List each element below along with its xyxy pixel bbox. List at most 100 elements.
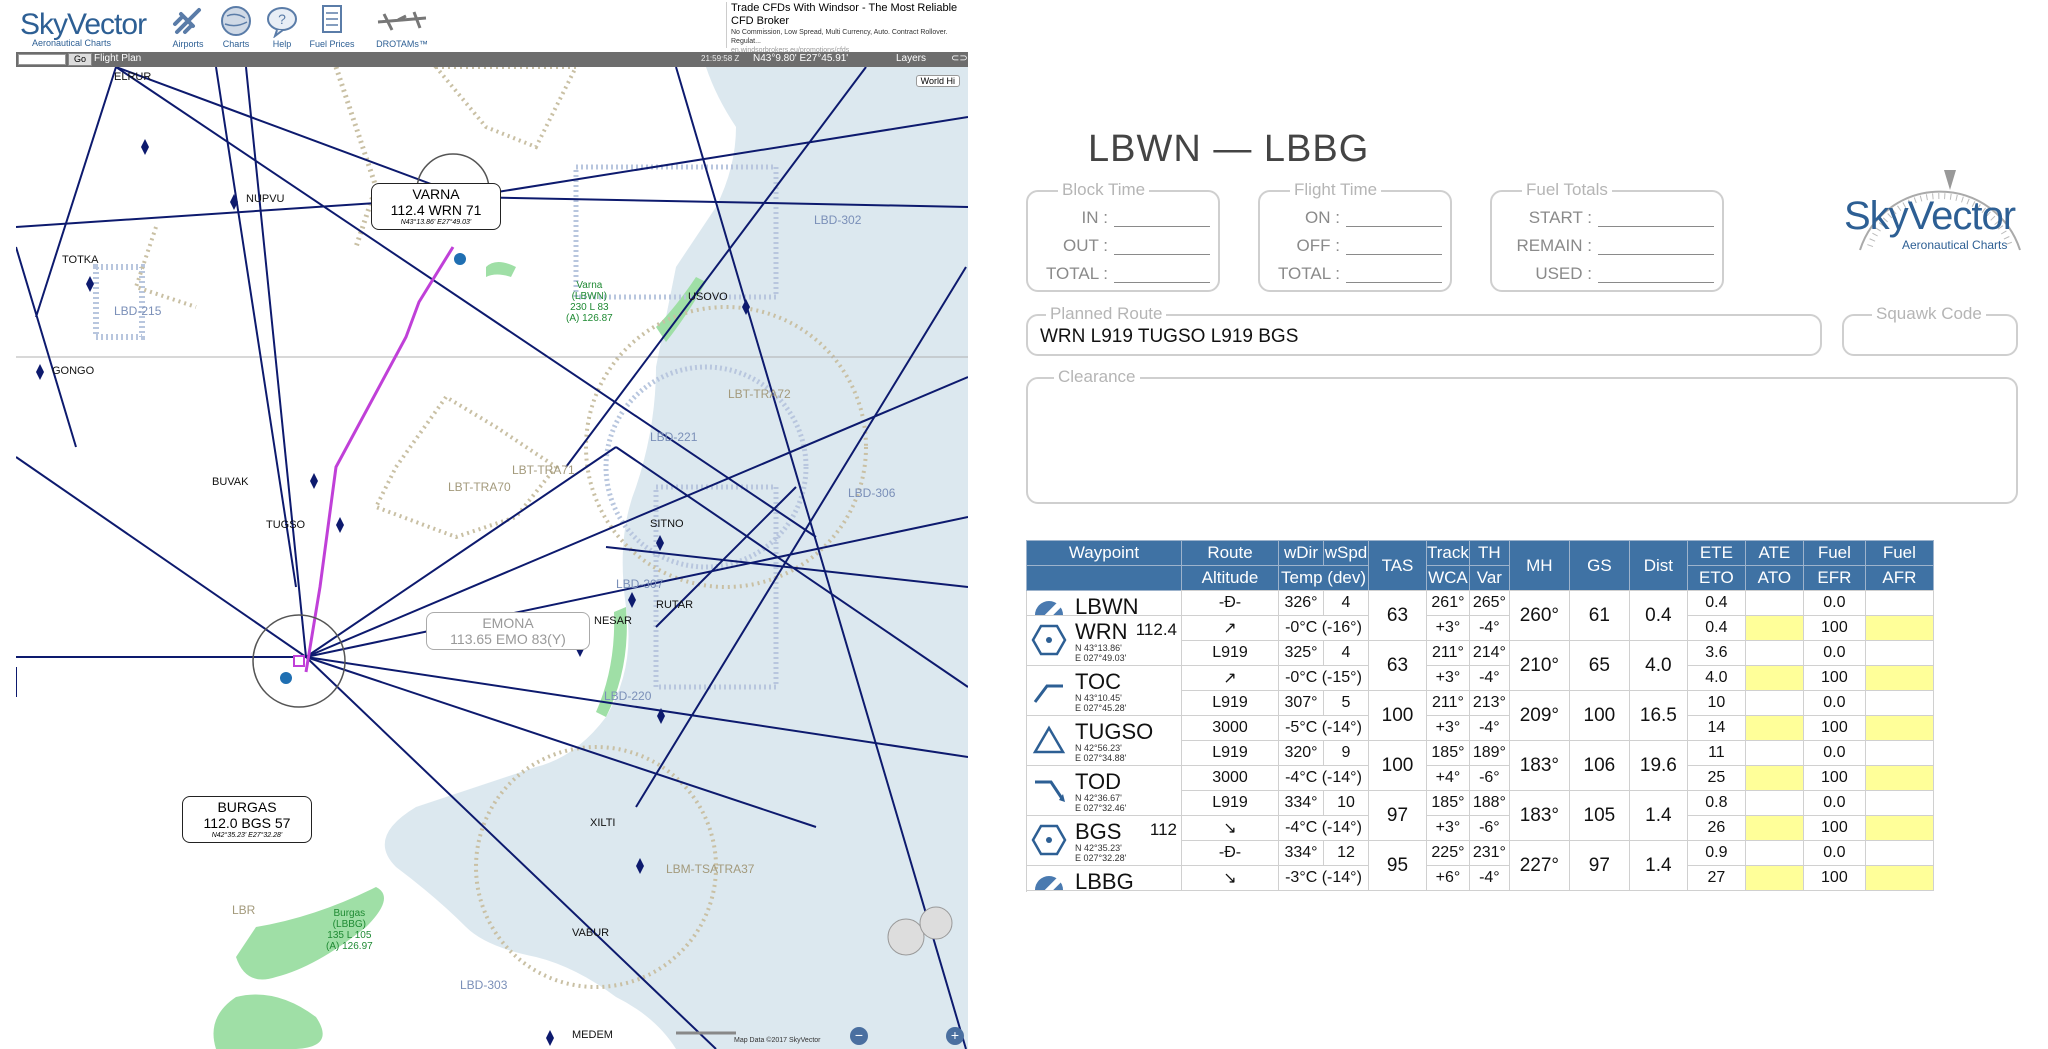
waypoint-xilti[interactable]: XILTI — [590, 817, 615, 829]
leg-fuel-actual[interactable] — [1864, 590, 1934, 616]
vor-burgas-coordinates: N42°35.23' E27°32.28' — [211, 832, 283, 839]
waypoint-rutar[interactable]: RUTAR — [656, 599, 693, 611]
leg-afr[interactable] — [1864, 865, 1934, 891]
block-time-box: Block Time IN : OUT : TOTAL : — [1026, 180, 1220, 292]
leg-fuel-actual[interactable] — [1864, 840, 1934, 866]
col-ato: ATO — [1744, 565, 1804, 591]
go-button[interactable]: Go — [68, 53, 92, 66]
airport-burgas-label[interactable]: Burgas (LBBG) 135 L 105 (A) 126.97 — [326, 908, 373, 952]
airport-varna-label[interactable]: Varna (LBWN) 230 L 83 (A) 126.87 — [566, 280, 613, 324]
area-tra70: LBT-TRA70 — [448, 480, 511, 494]
flight-time-legend: Flight Time — [1290, 180, 1382, 200]
nav-drotams-button[interactable]: DROTAMs™ — [372, 4, 432, 50]
leg-ate[interactable] — [1744, 590, 1804, 616]
leg-ato[interactable] — [1744, 765, 1804, 791]
leg-ate[interactable] — [1744, 640, 1804, 666]
world-hi-chart-selector[interactable]: World Hi — [915, 75, 960, 87]
waypoint-tugso[interactable]: TUGSO — [266, 519, 305, 531]
flight-total-field[interactable] — [1346, 282, 1442, 283]
col-mh: MH — [1508, 540, 1570, 591]
waypoint-cell[interactable]: LBBGN 42°34.22'E 027°30.92' — [1026, 865, 1182, 891]
flight-on-field[interactable] — [1346, 226, 1442, 227]
vor-burgas-box[interactable]: BURGAS 112.0 BGS 57 N42°35.23' E27°32.28… — [182, 796, 312, 843]
waypoint-vabur[interactable]: VABUR — [572, 927, 609, 939]
nav-fuel-prices-button[interactable]: Fuel Prices — [302, 4, 362, 50]
leg-ato[interactable] — [1744, 615, 1804, 641]
waypoint-gongo[interactable]: GONGO — [52, 365, 94, 377]
waypoint-nupvu[interactable]: NUPVU — [246, 193, 285, 205]
airport-burgas-code: (LBBG) — [332, 919, 367, 930]
vor-emona-box[interactable]: EMONA 113.65 EMO 83(Y) — [426, 612, 590, 650]
area-lbd221: LBD-221 — [650, 430, 698, 444]
waypoint-cell[interactable]: TOD N 42°36.67' E 027°32.46' — [1026, 765, 1182, 816]
waypoint-cell[interactable]: LBWNN 43°13.92'E 027°49.52' — [1026, 590, 1182, 616]
fuel-start-field[interactable] — [1598, 226, 1714, 227]
leg-ato[interactable] — [1744, 715, 1804, 741]
link-icon[interactable]: ⊂⊃ — [951, 53, 968, 64]
flight-plan-input[interactable] — [18, 54, 66, 65]
planned-route-value[interactable]: WRN L919 TUGSO L919 BGS — [1040, 326, 1298, 348]
leg-ato[interactable] — [1744, 815, 1804, 841]
block-out-field[interactable] — [1114, 254, 1210, 255]
leg-afr[interactable] — [1864, 665, 1934, 691]
waypoint-medem[interactable]: MEDEM — [572, 1029, 613, 1041]
leg-ate[interactable] — [1744, 740, 1804, 766]
waypoint-cell[interactable]: BGS 112 N 42°35.23' E 027°32.28' — [1026, 815, 1182, 866]
squawk-code-box[interactable]: Squawk Code — [1842, 304, 2018, 356]
flight-plan-label[interactable]: Flight Plan — [94, 53, 141, 64]
table-row: TOC N 43°10.45' E 027°45.28' ↗ -0°C (-15°) +3… — [1026, 665, 1934, 716]
nav-log-body: LBWNN 43°13.92'E 027°49.52'-Ð-326°463261… — [1026, 590, 1934, 891]
leg-fuel-actual[interactable] — [1864, 690, 1934, 716]
leg-variation: -6° — [1468, 815, 1510, 841]
vor-varna-box[interactable]: VARNA 112.4 WRN 71 N43°13.86' E27°49.03' — [371, 183, 501, 230]
advertisement[interactable]: Trade CFDs With Windsor - The Most Relia… — [726, 2, 968, 54]
waypoint-cell[interactable]: TOC N 43°10.45' E 027°45.28' — [1026, 665, 1182, 716]
waypoint-totka[interactable]: TOTKA — [62, 254, 98, 266]
table-header-row-bottom: Altitude Temp (dev) WCA Var ETO ATO EFR … — [1026, 565, 1934, 591]
waypoint-sitno[interactable]: SITNO — [650, 518, 684, 530]
leg-wca: +4° — [1426, 765, 1470, 791]
leg-ate[interactable] — [1744, 840, 1804, 866]
waypoint-cell[interactable]: WRN 112.4 N 43°13.86' E 027°49.03' — [1026, 615, 1182, 666]
skyvector-logo[interactable]: SkyVector — [20, 8, 147, 42]
flight-off-field[interactable] — [1346, 254, 1442, 255]
leg-afr[interactable] — [1864, 615, 1934, 641]
leg-fuel-actual[interactable] — [1864, 740, 1934, 766]
map-canvas[interactable]: ELRUR NUPVU TOTKA GONGO BUVAK TUGSO USOV… — [16, 67, 968, 1049]
nav-fuel-prices-label: Fuel Prices — [309, 39, 355, 49]
leg-ate[interactable] — [1744, 690, 1804, 716]
waypoint-elrur[interactable]: ELRUR — [114, 71, 151, 83]
block-in-field[interactable] — [1114, 226, 1210, 227]
leg-wind-dir: 320° — [1278, 740, 1324, 766]
leg-ato[interactable] — [1744, 865, 1804, 891]
leg-variation: -4° — [1468, 715, 1510, 741]
leg-groundspeed: 100 — [1568, 690, 1630, 741]
ad-title[interactable]: Trade CFDs With Windsor - The Most Relia… — [731, 2, 968, 28]
leg-wind-speed: 5 — [1323, 690, 1369, 716]
table-row: LBBGN 42°34.22'E 027°30.92'↘-3°C (-14°) +… — [1026, 865, 1934, 891]
zoom-out-button[interactable]: − — [850, 1027, 868, 1045]
leg-fuel-actual[interactable] — [1864, 640, 1934, 666]
waypoint-nesar[interactable]: NESAR — [594, 615, 632, 627]
waypoint-usovo[interactable]: USOVO — [688, 291, 728, 303]
leg-afr[interactable] — [1864, 815, 1934, 841]
block-total-field[interactable] — [1114, 282, 1210, 283]
airplane-icon — [173, 8, 201, 34]
airport-varna-name: Varna — [576, 280, 603, 291]
col-dist: Dist — [1628, 540, 1688, 591]
waypoint-cell[interactable]: TUGSO N 42°56.23' E 027°34.88' — [1026, 715, 1182, 766]
leg-wind-dir: 307° — [1278, 690, 1324, 716]
leg-ate[interactable] — [1744, 790, 1804, 816]
clearance-box[interactable]: Clearance — [1026, 367, 2018, 504]
airport-varna-info: 230 L 83 — [570, 302, 609, 313]
airport-icon — [1031, 597, 1067, 615]
leg-ato[interactable] — [1744, 665, 1804, 691]
waypoint-buvak[interactable]: BUVAK — [212, 476, 248, 488]
zoom-in-button[interactable]: + — [946, 1027, 964, 1045]
leg-afr[interactable] — [1864, 715, 1934, 741]
leg-fuel-actual[interactable] — [1864, 790, 1934, 816]
layers-button[interactable]: Layers — [896, 53, 926, 64]
leg-afr[interactable] — [1864, 765, 1934, 791]
fuel-used-field[interactable] — [1598, 282, 1714, 283]
fuel-remain-field[interactable] — [1598, 254, 1714, 255]
